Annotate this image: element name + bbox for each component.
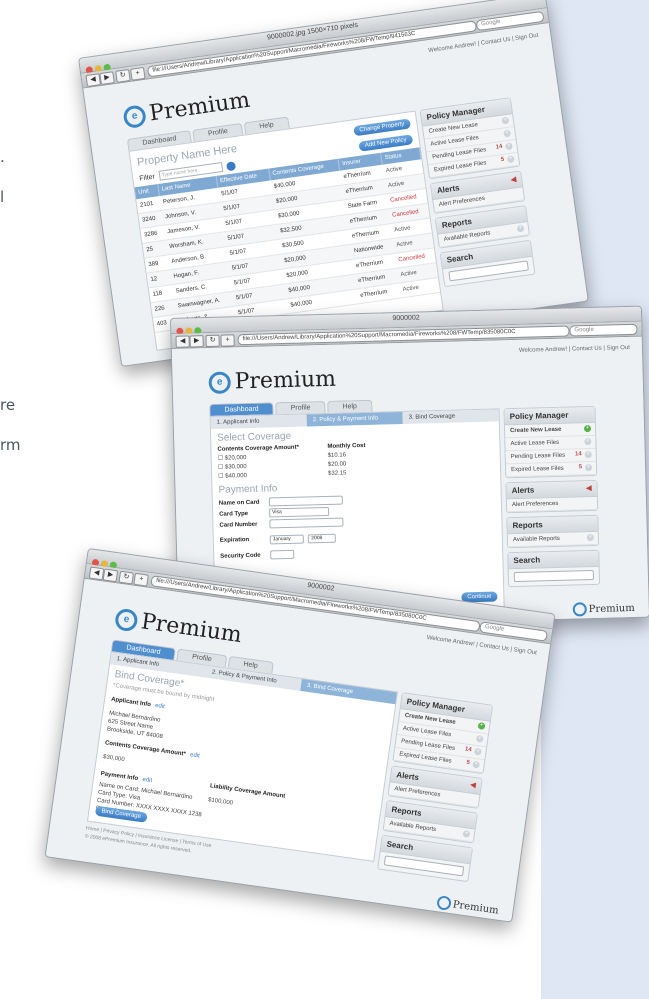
policy-manager-box: Policy Manager Create New Lease + Active …: [392, 692, 494, 775]
search-box: Search: [507, 549, 601, 588]
security-code-field[interactable]: [270, 549, 295, 560]
step-payment: 2. Policy & Payment Info: [306, 411, 403, 427]
search-box: Search: [439, 239, 536, 288]
reload-icon[interactable]: ↻: [205, 334, 220, 348]
search-input[interactable]: Google: [569, 323, 638, 337]
count-badge: 5: [500, 156, 505, 164]
count-badge: 5: [578, 464, 583, 471]
powered-by-logo: Premium: [571, 601, 635, 617]
monthly-cost: $32.15: [328, 469, 347, 477]
exp-month-select[interactable]: January: [269, 534, 304, 544]
step-applicant: 1. Applicant Info: [210, 414, 307, 429]
monthly-cost-label: Monthly Cost: [327, 442, 366, 450]
plus-icon[interactable]: +: [475, 734, 484, 743]
powered-by-logo: Premium: [434, 895, 499, 918]
field-label: Security Code: [220, 552, 261, 560]
sidebar-item-available-reports[interactable]: Available Reports +: [507, 531, 599, 548]
card-number-field[interactable]: [269, 517, 344, 529]
edit-link[interactable]: edit: [142, 777, 152, 784]
plus-icon[interactable]: +: [506, 155, 515, 164]
reload-icon[interactable]: ↻: [115, 69, 131, 83]
sidebar: Policy Manager Create New Lease + Active …: [377, 692, 494, 886]
plus-icon[interactable]: +: [501, 116, 510, 125]
plus-icon[interactable]: +: [583, 425, 592, 433]
monthly-cost: $10.16: [327, 451, 347, 459]
sidebar-item-expired-leases[interactable]: Expired Lease Files 5 +: [505, 461, 597, 478]
side-text-fragment: rm: [0, 436, 21, 454]
filter-go-icon[interactable]: [225, 160, 236, 171]
logo-e-icon: e: [122, 103, 148, 129]
alert-arrow-icon: ◀: [586, 485, 592, 493]
field-label: Expiration: [219, 537, 250, 544]
count-badge: 14: [495, 143, 503, 151]
plus-icon[interactable]: +: [473, 747, 482, 756]
logo-e-icon: e: [208, 370, 231, 394]
plus-icon[interactable]: +: [584, 451, 592, 459]
field-label: Card Number: [219, 521, 258, 529]
reports-box: Reports Available Reports +: [506, 514, 600, 549]
plus-icon[interactable]: +: [516, 224, 525, 233]
reload-icon[interactable]: ↻: [118, 570, 135, 585]
alert-arrow-icon: ◀: [510, 176, 517, 184]
logo-text: Premium: [139, 609, 244, 649]
plus-icon[interactable]: +: [586, 533, 594, 542]
count-badge: 5: [466, 759, 471, 767]
sidebar-item-alert-preferences[interactable]: Alert Preferences: [506, 496, 598, 513]
field-label: Card Type: [219, 510, 249, 518]
plus-icon[interactable]: +: [584, 464, 593, 472]
side-text-fragment: .: [0, 148, 5, 166]
count-badge: 14: [574, 451, 582, 458]
side-text-fragment: l: [0, 188, 5, 206]
add-bookmark-icon[interactable]: +: [220, 334, 235, 347]
back-icon[interactable]: ◀: [175, 335, 190, 348]
premium-logo[interactable]: e Premium: [208, 367, 336, 395]
card-type-select[interactable]: Visa: [269, 506, 330, 518]
monthly-cost: $20.00: [327, 460, 347, 468]
forward-icon[interactable]: ▶: [102, 568, 119, 583]
policy-manager-box: Policy Manager Create New Lease + Active …: [503, 405, 598, 479]
forward-icon[interactable]: ▶: [99, 71, 115, 86]
alert-arrow-icon: ◀: [469, 781, 477, 790]
plus-icon[interactable]: +: [477, 722, 486, 730]
name-on-card-field[interactable]: [268, 495, 343, 507]
step-bind: 3. Bind Coverage: [402, 409, 499, 424]
field-label: Name on Card: [218, 499, 260, 507]
payment-info-heading: Payment Info: [100, 770, 139, 783]
account-links[interactable]: Welcome Andrew! | Contact Us | Sign Out: [519, 345, 630, 354]
plus-icon[interactable]: +: [462, 829, 471, 838]
search-heading: Search: [508, 550, 599, 570]
plus-icon[interactable]: +: [505, 142, 513, 151]
plus-icon[interactable]: +: [472, 760, 481, 769]
logo-text: Premium: [147, 87, 252, 127]
exp-year-select[interactable]: 2008: [308, 533, 337, 543]
plus-icon[interactable]: +: [584, 438, 592, 446]
edit-link[interactable]: edit: [155, 703, 165, 710]
logo-e-icon: [572, 602, 587, 617]
screenshot-bind-coverage: 9000002 ◀ ▶ ↻ + file:///Users/Andrew/Lib…: [44, 548, 556, 923]
sidebar: Policy Manager Create New Lease + Active …: [503, 405, 601, 591]
count-badge: 14: [464, 746, 472, 754]
bind-panel: 1. Applicant Info 2. Policy & Payment In…: [86, 651, 399, 862]
add-bookmark-icon[interactable]: +: [130, 66, 146, 81]
add-bookmark-icon[interactable]: +: [133, 572, 149, 587]
plus-icon[interactable]: +: [503, 129, 512, 138]
search-box: Search: [377, 834, 474, 883]
filter-label: Filter: [138, 172, 156, 183]
forward-icon[interactable]: ▶: [189, 335, 204, 348]
logo-text: Premium: [234, 366, 337, 395]
edit-link[interactable]: edit: [190, 752, 200, 759]
policy-manager-box: Policy Manager Create New Lease + Active …: [419, 97, 521, 180]
alerts-box: Alerts ◀ Alert Preferences: [505, 479, 599, 514]
side-text-fragment: re: [0, 396, 16, 414]
logo-e-icon: [436, 895, 452, 911]
sidebar-search-input[interactable]: [513, 569, 595, 583]
logo-e-icon: e: [113, 607, 139, 632]
